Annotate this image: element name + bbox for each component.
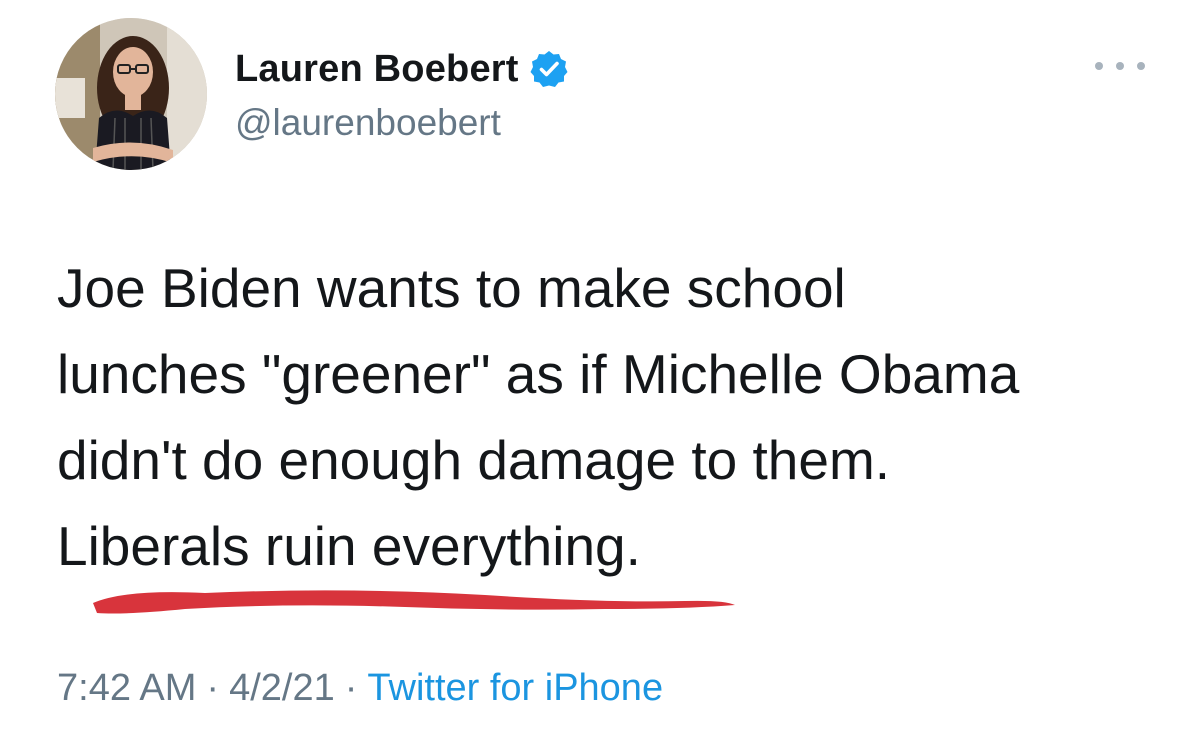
meta-separator: ·: [344, 667, 358, 709]
more-dot: [1095, 62, 1103, 70]
verified-badge-icon: [529, 49, 569, 89]
red-underline-annotation: [93, 590, 735, 614]
tweet-source-link[interactable]: Twitter for iPhone: [367, 667, 663, 709]
author-handle[interactable]: @laurenboebert: [235, 102, 501, 144]
tweet-time[interactable]: 7:42 AM: [57, 667, 196, 709]
author-display-name[interactable]: Lauren Boebert: [235, 48, 519, 91]
tweet-card: Lauren Boebert @laurenboebert Joe Biden …: [0, 0, 1200, 730]
tweet-meta: 7:42 AM · 4/2/21 · Twitter for iPhone: [57, 667, 663, 710]
tweet-date[interactable]: 4/2/21: [229, 667, 335, 709]
meta-separator: ·: [206, 667, 220, 709]
author-name-row[interactable]: Lauren Boebert: [235, 44, 569, 94]
tweet-text-line: Liberals ruin everything.: [57, 515, 641, 577]
tweet-text-line: lunches "greener" as if Michelle Obama: [57, 343, 1020, 405]
tweet-text: Joe Biden wants to make school lunches "…: [57, 245, 1177, 589]
more-dot: [1137, 62, 1145, 70]
tweet-text-line: Joe Biden wants to make school: [57, 257, 846, 319]
avatar[interactable]: [55, 18, 207, 170]
more-dot: [1116, 62, 1124, 70]
avatar-photo: [55, 18, 207, 170]
more-options-icon[interactable]: [1095, 58, 1145, 74]
tweet-text-line: didn't do enough damage to them.: [57, 429, 891, 491]
